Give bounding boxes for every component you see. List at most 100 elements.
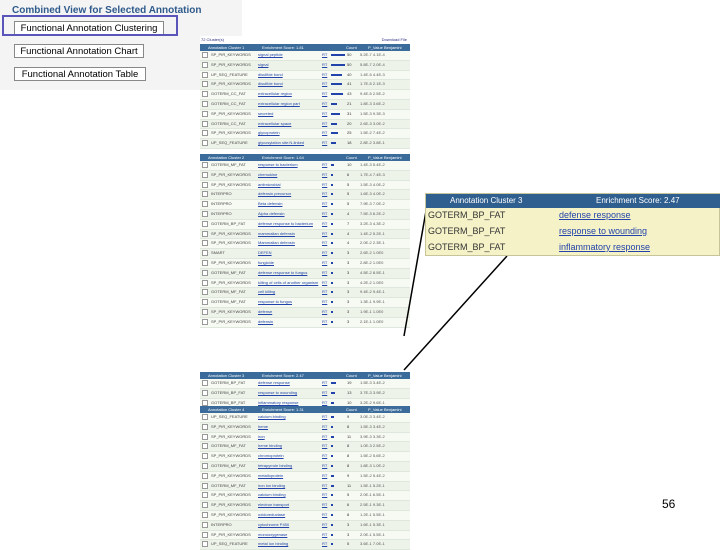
rt-link[interactable]: RT	[322, 201, 327, 206]
rt-link[interactable]: RT	[322, 52, 327, 57]
rt-link[interactable]: RT	[322, 380, 327, 385]
rt-link[interactable]: RT	[322, 319, 327, 324]
term-link[interactable]: defense response	[258, 380, 290, 385]
rt-link[interactable]: RT	[322, 121, 327, 126]
row-checkbox[interactable]	[202, 162, 208, 168]
term-link[interactable]: Alpha defensin	[258, 211, 284, 216]
rt-link[interactable]: RT	[322, 473, 327, 478]
rt-link[interactable]: RT	[322, 463, 327, 468]
rt-link[interactable]: RT	[322, 72, 327, 77]
rt-link[interactable]: RT	[322, 62, 327, 67]
term-link[interactable]: signal peptide	[258, 52, 283, 57]
term-link[interactable]: disulfide bond	[258, 72, 283, 77]
row-checkbox[interactable]	[202, 91, 208, 98]
rt-link[interactable]: RT	[322, 424, 327, 429]
rt-link[interactable]: RT	[322, 390, 327, 395]
row-checkbox[interactable]	[202, 259, 208, 266]
term-link[interactable]: calcium binding	[258, 492, 286, 497]
row-checkbox[interactable]	[202, 521, 208, 528]
row-checkbox[interactable]	[202, 299, 208, 306]
rt-link[interactable]: RT	[322, 172, 327, 177]
rt-link[interactable]: RT	[322, 111, 327, 116]
rt-link[interactable]: RT	[322, 91, 327, 96]
rt-link[interactable]: RT	[322, 250, 327, 255]
term-link[interactable]: cell killing	[258, 289, 275, 294]
term-link[interactable]: metalloprotein	[258, 473, 283, 478]
row-checkbox[interactable]	[202, 399, 208, 406]
row-checkbox[interactable]	[202, 81, 208, 88]
row-checkbox[interactable]	[202, 210, 208, 217]
term-link[interactable]: response to bacterium	[258, 162, 298, 167]
term-link[interactable]: glycoprotein	[258, 130, 280, 135]
term-link[interactable]: mammalian defensin	[258, 231, 295, 236]
rt-link[interactable]: RT	[322, 532, 327, 537]
term-link[interactable]: calcium binding	[258, 414, 286, 419]
row-checkbox[interactable]	[202, 531, 208, 538]
term-link[interactable]: defense response to bacterium	[258, 221, 313, 226]
row-checkbox[interactable]	[202, 502, 208, 509]
rt-link[interactable]: RT	[322, 260, 327, 265]
term-link[interactable]: DEFEN	[258, 250, 272, 255]
term-link[interactable]: killing of cells of another organism	[258, 280, 318, 285]
term-link[interactable]: metal ion binding	[258, 541, 288, 546]
rt-link[interactable]: RT	[322, 414, 327, 419]
zoom-term-link[interactable]: inflammatory response	[559, 242, 650, 252]
rt-link[interactable]: RT	[322, 483, 327, 488]
rt-link[interactable]: RT	[322, 140, 327, 145]
rt-link[interactable]: RT	[322, 211, 327, 216]
rt-link[interactable]: RT	[322, 541, 327, 546]
row-checkbox[interactable]	[202, 181, 208, 188]
term-link[interactable]: defense	[258, 309, 272, 314]
rt-link[interactable]: RT	[322, 522, 327, 527]
row-checkbox[interactable]	[202, 230, 208, 237]
row-checkbox[interactable]	[202, 380, 208, 386]
term-link[interactable]: signal	[258, 62, 268, 67]
row-checkbox[interactable]	[202, 120, 208, 127]
row-checkbox[interactable]	[202, 71, 208, 78]
term-link[interactable]: disulfide bond	[258, 81, 283, 86]
term-link[interactable]: antimicrobial	[258, 182, 280, 187]
row-checkbox[interactable]	[202, 110, 208, 117]
term-link[interactable]: secreted	[258, 111, 273, 116]
term-link[interactable]: defensin	[258, 319, 273, 324]
row-checkbox[interactable]	[202, 140, 208, 147]
zoom-term-link[interactable]: defense response	[559, 210, 631, 220]
row-checkbox[interactable]	[202, 308, 208, 315]
row-checkbox[interactable]	[202, 443, 208, 450]
row-checkbox[interactable]	[202, 61, 208, 68]
term-link[interactable]: tetrapyrrole binding	[258, 463, 292, 468]
rt-link[interactable]: RT	[322, 492, 327, 497]
term-link[interactable]: chromoprotein	[258, 453, 284, 458]
row-checkbox[interactable]	[202, 414, 208, 420]
row-checkbox[interactable]	[202, 250, 208, 257]
term-link[interactable]: Mammalian defensin	[258, 240, 295, 245]
rt-link[interactable]: RT	[322, 182, 327, 187]
row-checkbox[interactable]	[202, 289, 208, 296]
row-checkbox[interactable]	[202, 240, 208, 247]
term-link[interactable]: heme	[258, 424, 268, 429]
rt-link[interactable]: RT	[322, 162, 327, 167]
functional-annotation-chart-button[interactable]: Functional Annotation Chart	[14, 44, 144, 58]
term-link[interactable]: response to fungus	[258, 299, 292, 304]
rt-link[interactable]: RT	[322, 221, 327, 226]
term-link[interactable]: inflammatory response	[258, 400, 298, 405]
term-link[interactable]: fungicide	[258, 260, 274, 265]
term-link[interactable]: defense response to fungus	[258, 270, 307, 275]
term-link[interactable]: electron transport	[258, 502, 289, 507]
download-file-link[interactable]: Download File	[382, 37, 407, 42]
term-link[interactable]: iron	[258, 434, 265, 439]
term-link[interactable]: monooxygenase	[258, 532, 287, 537]
rt-link[interactable]: RT	[322, 130, 327, 135]
row-checkbox[interactable]	[202, 453, 208, 460]
row-checkbox[interactable]	[202, 541, 208, 548]
rt-link[interactable]: RT	[322, 231, 327, 236]
term-link[interactable]: cytochrome P450	[258, 522, 289, 527]
rt-link[interactable]: RT	[322, 101, 327, 106]
rt-link[interactable]: RT	[322, 453, 327, 458]
term-link[interactable]: iron ion binding	[258, 483, 285, 488]
row-checkbox[interactable]	[202, 423, 208, 430]
row-checkbox[interactable]	[202, 100, 208, 107]
term-link[interactable]: Beta defensin	[258, 201, 282, 206]
term-link[interactable]: response to wounding	[258, 390, 297, 395]
row-checkbox[interactable]	[202, 462, 208, 469]
